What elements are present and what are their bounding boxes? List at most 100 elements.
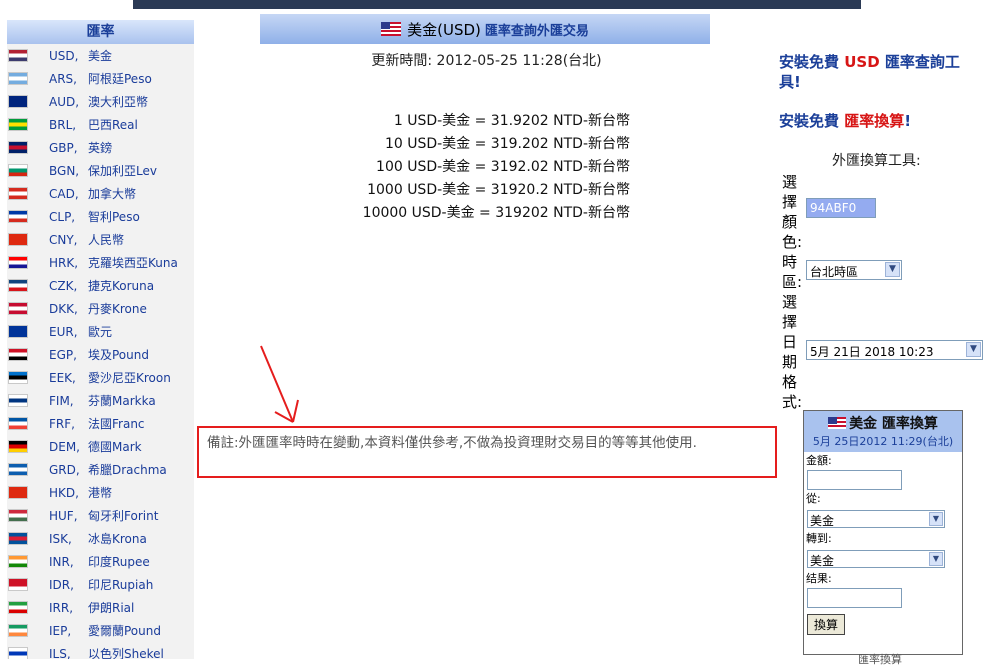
promo-converter-link[interactable]: 安裝免費 匯率換算!	[779, 111, 911, 131]
promo2-text-end: !	[904, 112, 912, 130]
flag-icon	[8, 210, 28, 223]
currency-code: CAD,	[49, 186, 79, 201]
convert-button[interactable]: 換算	[807, 614, 846, 635]
currency-code: CNY,	[49, 232, 78, 247]
currency-code: GRD,	[49, 462, 80, 477]
to-label: 轉到:	[806, 532, 832, 545]
flag-icon	[8, 555, 28, 568]
widget-footer-link[interactable]: 匯率換算	[858, 651, 902, 667]
currency-name: 智利Peso	[88, 210, 140, 224]
currency-name: 港幣	[88, 486, 113, 500]
sidebar-item-iep[interactable]: IEP, 愛爾蘭Pound	[7, 619, 194, 642]
result-output[interactable]	[807, 588, 902, 608]
sidebar-item-dem[interactable]: DEM, 德國Mark	[7, 435, 194, 458]
currency-name: 美金	[88, 49, 113, 63]
currency-name: 印度Rupee	[88, 555, 150, 569]
sidebar-item-isk[interactable]: ISK, 冰島Krona	[7, 527, 194, 550]
annotation-arrow-icon	[260, 345, 299, 423]
sidebar-item-frf[interactable]: FRF, 法國Franc	[7, 412, 194, 435]
sidebar-item-dkk[interactable]: DKK, 丹麥Krone	[7, 297, 194, 320]
sidebar-item-eek[interactable]: EEK, 愛沙尼亞Kroon	[7, 366, 194, 389]
flag-icon	[8, 371, 28, 384]
sidebar-item-hkd[interactable]: HKD, 港幣	[7, 481, 194, 504]
currency-name: 冰島Krona	[88, 532, 147, 546]
sidebar-title: 匯率	[7, 20, 194, 44]
sidebar-item-irr[interactable]: IRR, 伊朗Rial	[7, 596, 194, 619]
date-format-select[interactable]: 5月 21日 2018 10:23 ▼	[806, 340, 983, 360]
sidebar-item-egp[interactable]: EGP, 埃及Pound	[7, 343, 194, 366]
sidebar-item-inr[interactable]: INR, 印度Rupee	[7, 550, 194, 573]
currency-code: CLP,	[49, 209, 76, 224]
currency-name: 印尼Rupiah	[88, 578, 154, 592]
sidebar-item-ils[interactable]: ILS, 以色列Shekel	[7, 642, 194, 659]
currency-code: HUF,	[49, 508, 78, 523]
currency-name: 匈牙利Forint	[88, 509, 159, 523]
currency-code: IRR,	[49, 600, 74, 615]
currency-name: 德國Mark	[88, 440, 142, 454]
currency-code: DKK,	[49, 301, 78, 316]
sidebar-item-gbp[interactable]: GBP, 英鎊	[7, 136, 194, 159]
from-select[interactable]: 美金 ▼	[807, 510, 945, 528]
sidebar-item-cad[interactable]: CAD, 加拿大幣	[7, 182, 194, 205]
rate-row: 1 USD-美金 = 31.9202 NTD-新台幣	[393, 113, 630, 129]
sidebar-item-huf[interactable]: HUF, 匈牙利Forint	[7, 504, 194, 527]
currency-name: 克羅埃西亞Kuna	[88, 256, 178, 270]
sidebar-item-grd[interactable]: GRD, 希臘Drachma	[7, 458, 194, 481]
flag-icon	[8, 463, 28, 476]
sidebar-item-ars[interactable]: ARS, 阿根廷Peso	[7, 67, 194, 90]
currency-code: ARS,	[49, 71, 77, 86]
sidebar-item-idr[interactable]: IDR, 印尼Rupiah	[7, 573, 194, 596]
currency-name: 人民幣	[88, 233, 125, 247]
currency-code: GBP,	[49, 140, 78, 155]
currency-name: 巴西Real	[88, 118, 138, 132]
currency-code: ISK,	[49, 531, 72, 546]
sidebar-item-clp[interactable]: CLP, 智利Peso	[7, 205, 194, 228]
chevron-down-icon: ▼	[966, 342, 981, 357]
sidebar-item-brl[interactable]: BRL, 巴西Real	[7, 113, 194, 136]
flag-icon	[8, 578, 28, 591]
currency-code: AUD,	[49, 94, 80, 109]
promo2-text: 安裝免費	[779, 112, 845, 130]
flag-icon	[8, 417, 28, 430]
currency-code: EEK,	[49, 370, 76, 385]
to-select[interactable]: 美金 ▼	[807, 550, 945, 568]
flag-icon	[8, 486, 28, 499]
currency-code: USD,	[49, 48, 79, 63]
flag-icon	[8, 601, 28, 614]
currency-code: BRL,	[49, 117, 77, 132]
color-label: 選擇顏色:	[782, 173, 803, 251]
sidebar-item-czk[interactable]: CZK, 捷克Koruna	[7, 274, 194, 297]
currency-name: 加拿大幣	[88, 187, 137, 201]
rate-row: 10 USD-美金 = 319.202 NTD-新台幣	[384, 136, 630, 152]
color-input[interactable]: 94ABF0	[806, 198, 876, 218]
disclaimer-note: 備註:外匯匯率時時在變動,本資料僅供參考,不做為投資理財交易目的等等其他使用.	[197, 426, 777, 478]
sidebar-item-cny[interactable]: CNY, 人民幣	[7, 228, 194, 251]
currency-name: 捷克Koruna	[88, 279, 155, 293]
flag-icon	[8, 624, 28, 637]
currency-sidebar: 匯率 USD, 美金 ARS, 阿根廷Peso AUD, 澳大利亞幣 BRL, 巴西Real G…	[7, 20, 194, 659]
sidebar-item-hrk[interactable]: HRK, 克羅埃西亞Kuna	[7, 251, 194, 274]
promo-usd-tool-link[interactable]: 安裝免費 USD 匯率查詢工具!	[779, 52, 979, 92]
sidebar-item-eur[interactable]: EUR, 歐元	[7, 320, 194, 343]
timezone-value: 台北時區	[810, 265, 859, 279]
amount-input[interactable]	[807, 470, 902, 490]
rate-table: 1 USD-美金 = 31.9202 NTD-新台幣 10 USD-美金 = 3…	[300, 110, 630, 225]
currency-code: FRF,	[49, 416, 75, 431]
sidebar-item-aud[interactable]: AUD, 澳大利亞幣	[7, 90, 194, 113]
to-value: 美金	[810, 554, 835, 568]
sidebar-item-bgn[interactable]: BGN, 保加利亞Lev	[7, 159, 194, 182]
widget-title: 美金 匯率換算	[804, 413, 962, 433]
sidebar-item-usd[interactable]: USD, 美金	[7, 44, 194, 67]
page-title-suffix[interactable]: 匯率查詢外匯交易	[485, 20, 589, 39]
rate-row: 100 USD-美金 = 3192.02 NTD-新台幣	[376, 159, 630, 175]
currency-code: IDR,	[49, 577, 74, 592]
flag-icon	[8, 394, 28, 407]
flag-icon	[8, 49, 28, 62]
from-value: 美金	[810, 514, 835, 528]
flag-icon	[8, 164, 28, 177]
currency-code: HKD,	[49, 485, 79, 500]
timezone-select[interactable]: 台北時區 ▼	[806, 260, 902, 280]
promo1-highlight: USD	[844, 53, 880, 71]
tool-title: 外匯換算工具:	[832, 153, 921, 169]
sidebar-item-fim[interactable]: FIM, 芬蘭Markka	[7, 389, 194, 412]
